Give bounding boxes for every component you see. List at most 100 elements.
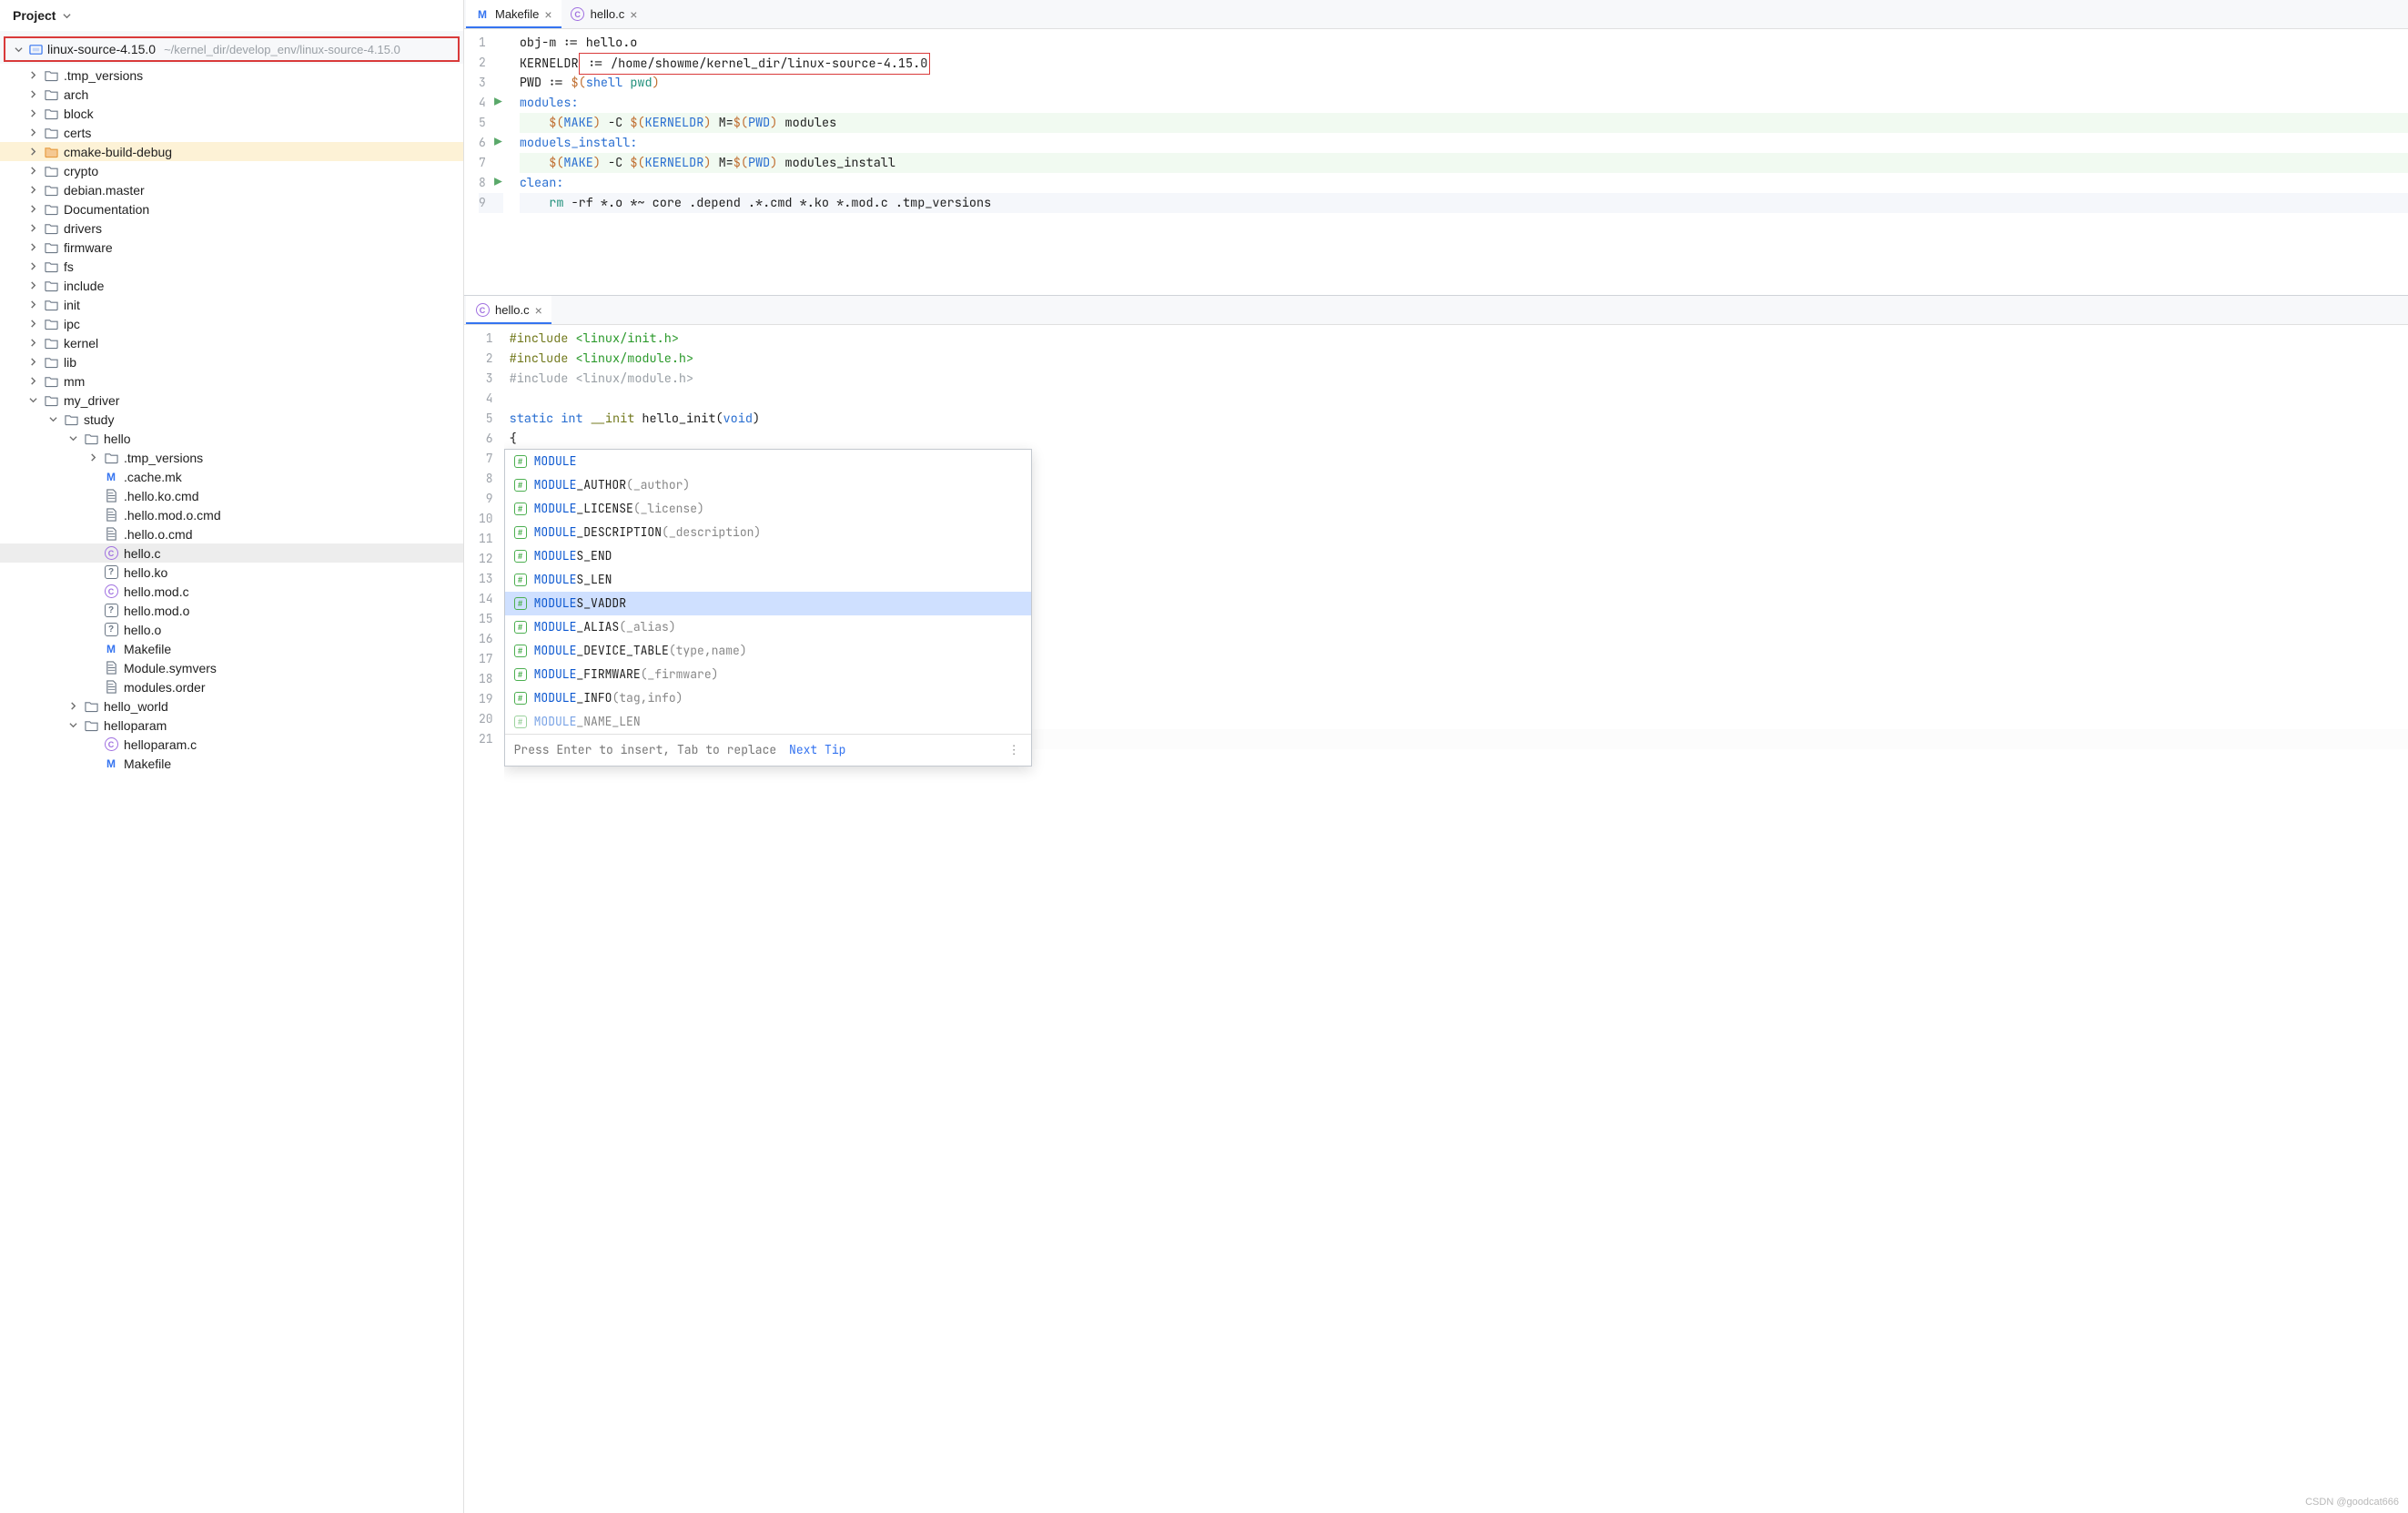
completion-item[interactable]: #MODULES_END [505, 544, 1031, 568]
completion-popup[interactable]: #MODULE#MODULE_AUTHOR(_author)#MODULE_LI… [504, 449, 1032, 767]
tree-item-label: fs [64, 259, 74, 274]
tree-item[interactable]: certs [0, 123, 463, 142]
tree-item[interactable]: my_driver [0, 391, 463, 410]
tree-item-label: Makefile [124, 756, 171, 771]
tree-item-label: helloparam.c [124, 737, 197, 752]
tree-item[interactable]: fs [0, 257, 463, 276]
tree-item[interactable]: Chelloparam.c [0, 735, 463, 754]
completion-item[interactable]: #MODULE_AUTHOR(_author) [505, 473, 1031, 497]
editor-tab[interactable]: MMakefile× [466, 0, 562, 28]
folder-icon [44, 221, 58, 236]
tree-item-label: lib [64, 355, 76, 370]
project-tree[interactable]: .tmp_versionsarchblockcertscmake-build-d… [0, 64, 463, 1513]
c-file-icon: C [571, 7, 585, 22]
completion-item[interactable]: #MODULE_INFO(tag,info) [505, 686, 1031, 710]
project-root-path: ~/kernel_dir/develop_env/linux-source-4.… [164, 43, 400, 56]
tree-item[interactable]: MMakefile [0, 639, 463, 658]
tree-item[interactable]: modules.order [0, 677, 463, 696]
tree-item[interactable]: ?hello.ko [0, 563, 463, 582]
chevron-down-icon [67, 433, 78, 444]
folder-icon [44, 183, 58, 198]
tree-item[interactable]: block [0, 104, 463, 123]
tree-item[interactable]: mm [0, 371, 463, 391]
project-root[interactable]: linux-source-4.15.0 ~/kernel_dir/develop… [4, 36, 460, 62]
chevron-right-icon [27, 223, 38, 234]
completion-item[interactable]: #MODULES_VADDR [505, 592, 1031, 615]
tree-item[interactable]: cmake-build-debug [0, 142, 463, 161]
define-icon: # [514, 645, 527, 657]
tree-item[interactable]: Documentation [0, 199, 463, 218]
tree-item[interactable]: debian.master [0, 180, 463, 199]
tree-item[interactable]: M.cache.mk [0, 467, 463, 486]
gutter-line: 2 [479, 53, 503, 73]
code-body[interactable]: #include <linux/init.h> #include <linux/… [504, 325, 2408, 1513]
completion-item[interactable]: #MODULE_DEVICE_TABLE(type,name) [505, 639, 1031, 663]
folder-icon [44, 202, 58, 217]
tree-item[interactable]: hello [0, 429, 463, 448]
tree-item[interactable]: firmware [0, 238, 463, 257]
folder-icon [44, 68, 58, 83]
run-icon[interactable] [493, 173, 503, 193]
folder-icon [64, 412, 78, 427]
tree-item-label: hello.o [124, 623, 161, 637]
code-area-makefile[interactable]: 123456789 obj-m := hello.o KERNELDR := /… [464, 29, 2408, 295]
tree-item[interactable]: hello_world [0, 696, 463, 716]
completion-item[interactable]: #MODULE_NAME_LEN [505, 710, 1031, 734]
more-icon[interactable]: ⋮ [1008, 740, 1022, 760]
chevron-right-icon [27, 204, 38, 215]
completion-item[interactable]: #MODULE_FIRMWARE(_firmware) [505, 663, 1031, 686]
close-icon[interactable]: × [535, 303, 542, 318]
tree-item-label: hello.mod.o [124, 604, 189, 618]
completion-item[interactable]: #MODULE_DESCRIPTION(_description) [505, 521, 1031, 544]
completion-item[interactable]: #MODULE [505, 450, 1031, 473]
tree-item-label: arch [64, 87, 88, 102]
gutter-line: 11 [479, 529, 493, 549]
chevron-down-icon [47, 414, 58, 425]
tree-item[interactable]: .tmp_versions [0, 66, 463, 85]
gutter-line: 12 [479, 549, 493, 569]
project-header[interactable]: Project [0, 0, 463, 31]
close-icon[interactable]: × [630, 7, 637, 22]
tree-item[interactable]: .tmp_versions [0, 448, 463, 467]
c-file-icon: C [475, 303, 490, 318]
editor-tab[interactable]: Chello.c× [562, 0, 647, 28]
code-body[interactable]: obj-m := hello.o KERNELDR := /home/showm… [514, 29, 2408, 295]
define-icon: # [514, 716, 527, 728]
next-tip-link[interactable]: Next Tip [789, 742, 845, 757]
tree-item[interactable]: ipc [0, 314, 463, 333]
completion-item[interactable]: #MODULE_ALIAS(_alias) [505, 615, 1031, 639]
chevron-right-icon [27, 166, 38, 177]
tree-item[interactable]: .hello.ko.cmd [0, 486, 463, 505]
code-area-hello[interactable]: 123456789101112131415161718192021 #inclu… [464, 325, 2408, 1513]
run-icon[interactable] [493, 93, 503, 113]
tree-item[interactable]: Chello.c [0, 543, 463, 563]
tree-item[interactable]: crypto [0, 161, 463, 180]
tree-item[interactable]: .hello.o.cmd [0, 524, 463, 543]
project-header-label: Project [13, 8, 56, 23]
gutter-line: 19 [479, 689, 493, 709]
tree-item[interactable]: Module.symvers [0, 658, 463, 677]
completion-item[interactable]: #MODULES_LEN [505, 568, 1031, 592]
editor-tab[interactable]: Chello.c× [466, 296, 551, 324]
close-icon[interactable]: × [544, 7, 551, 22]
tree-item[interactable]: init [0, 295, 463, 314]
tree-item[interactable]: helloparam [0, 716, 463, 735]
tree-item[interactable]: lib [0, 352, 463, 371]
gutter-line: 7 [479, 153, 503, 173]
tree-item[interactable]: Chello.mod.c [0, 582, 463, 601]
tree-item[interactable]: arch [0, 85, 463, 104]
completion-item[interactable]: #MODULE_LICENSE(_license) [505, 497, 1031, 521]
run-icon[interactable] [493, 133, 503, 153]
tree-item[interactable]: .hello.mod.o.cmd [0, 505, 463, 524]
tree-item-label: my_driver [64, 393, 119, 408]
tree-item[interactable]: study [0, 410, 463, 429]
tree-item[interactable]: MMakefile [0, 754, 463, 773]
tree-item[interactable]: kernel [0, 333, 463, 352]
tree-item[interactable]: drivers [0, 218, 463, 238]
tree-item[interactable]: ?hello.o [0, 620, 463, 639]
gutter-line: 18 [479, 669, 493, 689]
tree-item[interactable]: ?hello.mod.o [0, 601, 463, 620]
tree-item[interactable]: include [0, 276, 463, 295]
folder-icon [84, 432, 98, 446]
tree-item-label: mm [64, 374, 85, 389]
